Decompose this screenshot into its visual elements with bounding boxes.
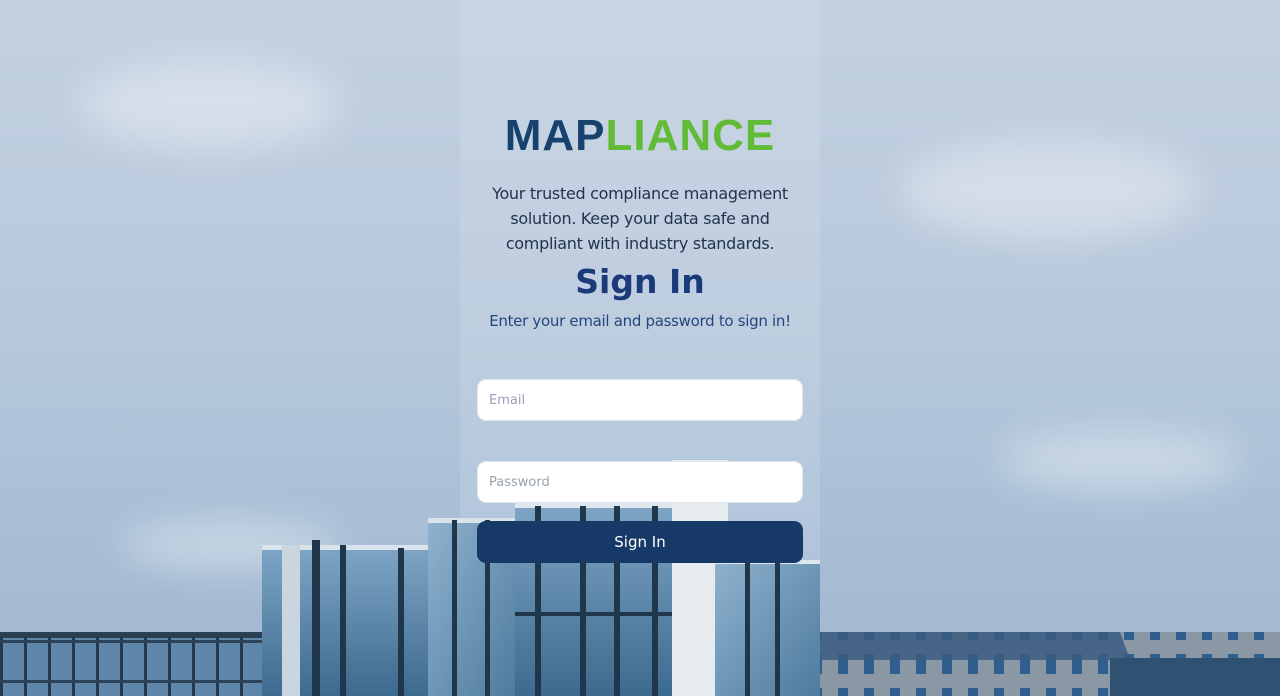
page-title: Sign In	[575, 262, 705, 301]
logo-part-liance: LIANCE	[605, 111, 776, 160]
logo-part-map: MAP	[504, 111, 606, 160]
mapliance-logo: MAPLIANCE	[505, 112, 776, 160]
sign-in-button[interactable]: Sign In	[477, 521, 803, 563]
page-subtitle: Enter your email and password to sign in…	[489, 312, 791, 330]
email-input[interactable]	[477, 379, 803, 421]
password-input[interactable]	[477, 461, 803, 503]
sign-in-panel: MAPLIANCE Your trusted compliance manage…	[470, 0, 810, 334]
tagline: Your trusted compliance management solut…	[492, 184, 788, 253]
